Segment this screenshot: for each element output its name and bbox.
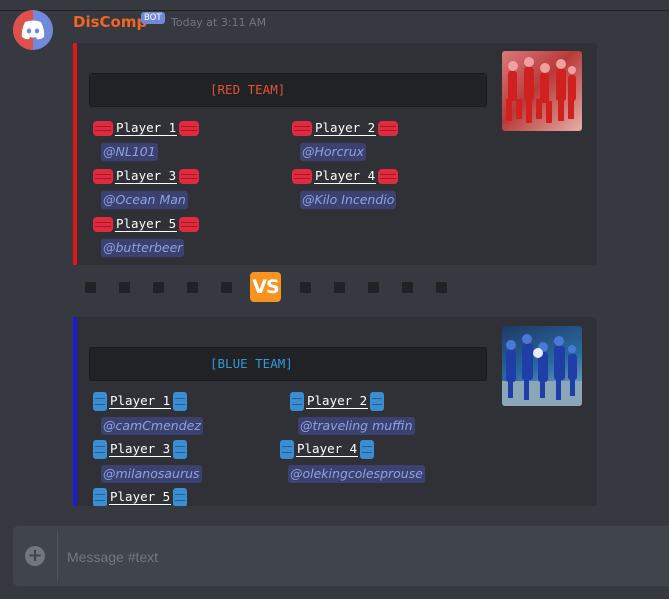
blue-team-title: [BLUE TEAM] — [210, 356, 293, 371]
blue-team-thumbnail[interactable] — [502, 326, 582, 406]
divider-square — [153, 282, 164, 293]
player-label: Player 3 — [109, 441, 172, 457]
blue-player-1-mention[interactable]: @camCmendez — [101, 417, 203, 435]
red-brick-icon — [179, 216, 200, 232]
blue-battery-icon — [370, 391, 385, 411]
plus-icon[interactable]: + — [25, 546, 45, 566]
red-player-3-mention[interactable]: @Ocean Man — [101, 191, 188, 209]
red-player-2-mention[interactable]: @Horcrux — [300, 143, 367, 161]
player-label: Player 5 — [115, 216, 178, 232]
player-label: Player 2 — [314, 120, 377, 136]
divider-square — [85, 282, 96, 293]
message-composer-area: + — [0, 506, 669, 599]
blue-battery-icon — [173, 439, 188, 459]
blue-player-4: Player 4 — [280, 439, 375, 459]
red-player-5: Player 5 — [93, 215, 200, 233]
red-brick-icon — [292, 168, 312, 184]
red-brick-icon — [179, 168, 200, 184]
chat-top-divider — [0, 10, 669, 11]
bot-avatar[interactable] — [13, 10, 53, 50]
discord-logo-icon — [21, 20, 45, 40]
bot-tag-badge: BOT — [141, 12, 165, 24]
blue-player-5: Player 5 — [93, 487, 188, 507]
message-composer: + — [13, 526, 669, 586]
message-author[interactable]: DisComp — [73, 13, 147, 31]
red-player-1-mention[interactable]: @NL101 — [101, 143, 158, 161]
divider-square — [300, 282, 311, 293]
red-brick-icon — [292, 120, 312, 136]
vs-badge: VS — [250, 272, 281, 302]
blue-battery-icon — [173, 487, 188, 507]
red-team-title: [RED TEAM] — [210, 82, 286, 97]
blue-battery-icon — [290, 391, 304, 411]
blue-battery-icon — [93, 487, 107, 507]
player-label: Player 1 — [115, 120, 178, 136]
red-player-3: Player 3 — [93, 167, 200, 185]
divider-square — [187, 282, 198, 293]
blue-player-2-mention[interactable]: @traveling muffin — [298, 417, 415, 435]
red-brick-icon — [378, 168, 399, 184]
blue-battery-icon — [360, 439, 375, 459]
versus-divider: VS — [85, 272, 465, 305]
red-player-2: Player 2 — [292, 119, 399, 137]
player-label: Player 1 — [109, 393, 172, 409]
player-label: Player 5 — [109, 489, 172, 505]
blue-player-3: Player 3 — [93, 439, 188, 459]
blue-battery-icon — [93, 391, 107, 411]
player-label: Player 4 — [314, 168, 377, 184]
message-input[interactable] — [65, 544, 649, 570]
blue-player-4-mention[interactable]: @olekingcolesprouse — [288, 465, 425, 483]
red-brick-icon — [93, 120, 113, 136]
red-brick-icon — [93, 168, 113, 184]
divider-square — [436, 282, 447, 293]
red-brick-icon — [378, 120, 399, 136]
divider-square — [221, 282, 232, 293]
divider-square — [119, 282, 130, 293]
divider-square — [402, 282, 413, 293]
player-label: Player 3 — [115, 168, 178, 184]
blue-battery-icon — [93, 439, 107, 459]
red-player-1: Player 1 — [93, 119, 200, 137]
message-timestamp: Today at 3:11 AM — [171, 16, 267, 29]
red-brick-icon — [179, 120, 200, 136]
blue-player-2: Player 2 — [290, 391, 385, 411]
blue-player-1: Player 1 — [93, 391, 188, 411]
blue-battery-icon — [173, 391, 188, 411]
player-label: Player 4 — [296, 441, 359, 457]
red-team-embed: [RED TEAM] Player 1 @NL101 Player 2 @Hor… — [73, 43, 597, 265]
red-team-thumbnail[interactable] — [502, 51, 582, 131]
red-player-5-mention[interactable]: @butterbeer — [101, 239, 185, 257]
player-label: Player 2 — [306, 393, 369, 409]
red-player-4: Player 4 — [292, 167, 399, 185]
composer-divider — [57, 531, 58, 581]
blue-battery-icon — [280, 439, 294, 459]
blue-team-embed: [BLUE TEAM] Player 1 @camCmendez Player … — [73, 317, 597, 507]
red-team-header: [RED TEAM] — [89, 73, 487, 107]
red-player-4-mention[interactable]: @Kilo Incendio — [300, 191, 397, 209]
divider-square — [368, 282, 379, 293]
blue-player-3-mention[interactable]: @milanosaurus — [101, 465, 202, 483]
divider-square — [334, 282, 345, 293]
blue-team-header: [BLUE TEAM] — [89, 347, 487, 381]
red-brick-icon — [93, 216, 113, 232]
